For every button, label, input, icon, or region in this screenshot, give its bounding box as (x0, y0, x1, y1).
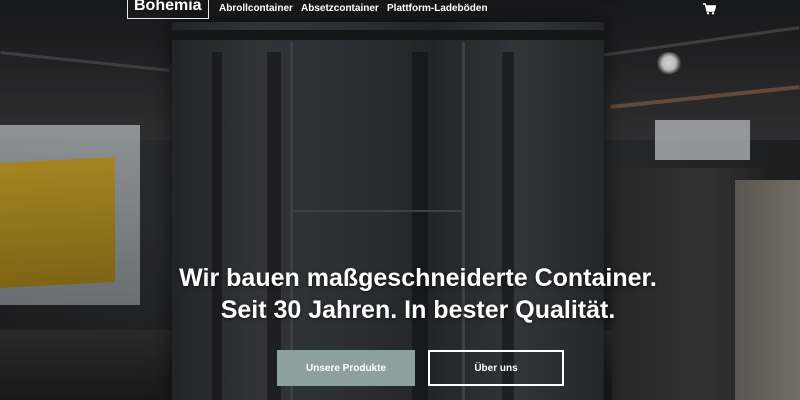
dark-overlay (0, 0, 800, 400)
shopping-cart-icon[interactable] (703, 3, 716, 15)
site-logo[interactable]: Bohemia (127, 0, 209, 19)
nav-link-absetzcontainer[interactable]: Absetzcontainer (301, 3, 379, 14)
nav-link-plattform-ladeboeden[interactable]: Plattform-Ladeböden (387, 3, 488, 14)
headline-line-1: Wir bauen maßgeschneiderte Container. (179, 264, 657, 292)
hero-headline: Wir bauen maßgeschneiderte Container. Se… (0, 262, 800, 326)
about-us-button[interactable]: Über uns (428, 350, 564, 386)
hero-background (0, 0, 800, 400)
nav-link-abrollcontainer[interactable]: Abrollcontainer (219, 3, 293, 14)
headline-line-2: Seit 30 Jahren. In bester Qualität. (220, 296, 616, 324)
products-button[interactable]: Unsere Produkte (277, 350, 415, 386)
top-navigation: Bohemia Abrollcontainer Absetzcontainer … (0, 0, 800, 22)
